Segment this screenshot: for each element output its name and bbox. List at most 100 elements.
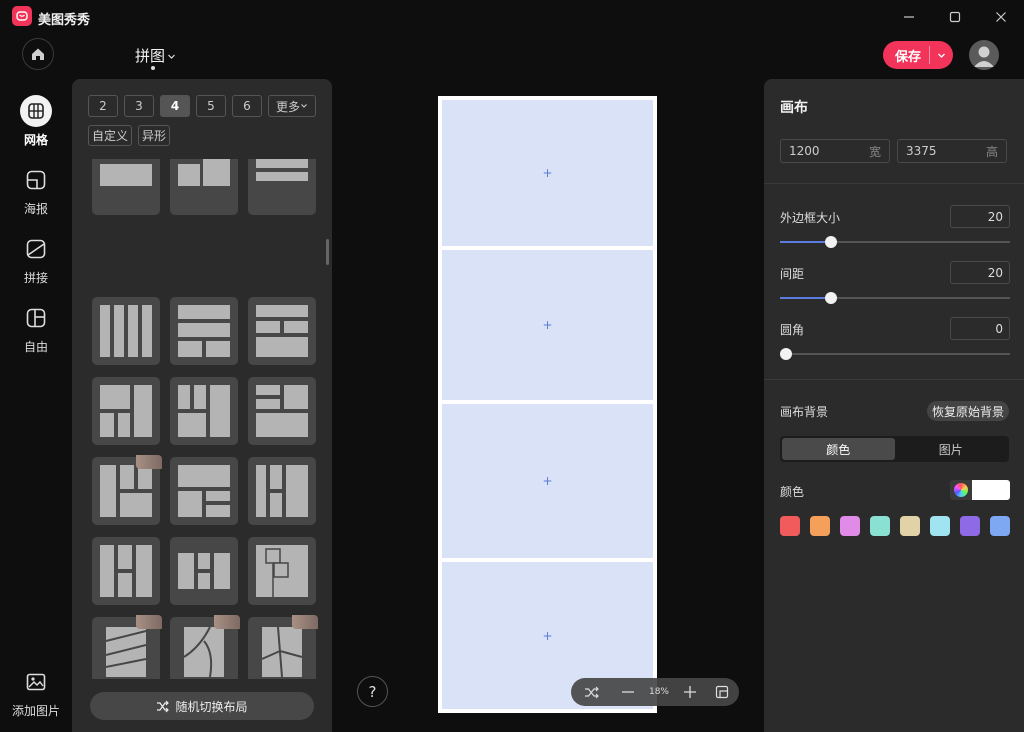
mode-dropdown[interactable]: 拼图 xyxy=(135,45,176,66)
zoom-toolbar: 18% xyxy=(571,678,739,706)
rail-label-grid: 网格 xyxy=(23,133,48,147)
add-photo-icon: + xyxy=(542,318,553,332)
rail-item-free[interactable]: 自由 xyxy=(0,302,72,355)
layout-template[interactable] xyxy=(248,297,316,365)
mode-indicator-dot xyxy=(151,66,155,70)
maximize-button[interactable] xyxy=(940,4,970,30)
zoom-in-button[interactable] xyxy=(673,678,707,706)
slider-handle[interactable] xyxy=(824,292,837,304)
slider-handle[interactable] xyxy=(824,236,837,248)
close-icon xyxy=(996,12,1006,22)
tab-color[interactable]: 颜色 xyxy=(782,438,895,460)
template-scrollbar[interactable] xyxy=(326,239,329,265)
canvas-height-input[interactable]: 3375 高 xyxy=(897,139,1007,163)
layout-template[interactable] xyxy=(248,377,316,445)
slider-handle[interactable] xyxy=(780,348,792,360)
free-layout-icon xyxy=(20,302,52,334)
layout-template[interactable] xyxy=(92,615,162,679)
random-layout-button[interactable]: 随机切换布局 xyxy=(90,692,314,720)
vip-badge xyxy=(136,615,162,629)
color-swatch[interactable] xyxy=(840,516,860,536)
rail-item-poster[interactable]: 海报 xyxy=(0,164,72,217)
current-color-swatch[interactable] xyxy=(972,480,1010,500)
layout-template[interactable] xyxy=(92,537,160,605)
avatar[interactable] xyxy=(969,40,999,70)
layout-template[interactable] xyxy=(248,457,316,525)
gap-input[interactable]: 20 xyxy=(950,261,1010,284)
rail-label-splice: 拼接 xyxy=(23,271,48,285)
layout-type-tabs: 自定义 异形 xyxy=(88,125,171,146)
help-button[interactable]: ? xyxy=(357,676,388,707)
vip-badge xyxy=(214,615,240,629)
layout-template[interactable] xyxy=(170,537,238,605)
count-tab-6[interactable]: 6 xyxy=(232,95,262,117)
corner-radius-label: 圆角 xyxy=(780,323,805,337)
rail-item-grid[interactable]: 网格 xyxy=(0,95,72,148)
layout-panel: 2 3 4 5 6 更多 自定义 异形 随机切换布局 xyxy=(72,79,332,732)
more-label: 更多 xyxy=(275,99,300,114)
gap-slider[interactable] xyxy=(780,292,1010,304)
color-swatch[interactable] xyxy=(930,516,950,536)
layout-template[interactable] xyxy=(170,377,238,445)
chevron-down-icon xyxy=(938,53,945,58)
color-wheel-icon xyxy=(954,483,968,497)
collage-cell[interactable]: + xyxy=(442,250,653,400)
color-swatch[interactable] xyxy=(900,516,920,536)
border-size-input[interactable]: 20 xyxy=(950,205,1010,228)
collage-cell[interactable]: + xyxy=(442,100,653,246)
tab-image[interactable]: 图片 xyxy=(895,438,1008,460)
layout-template[interactable] xyxy=(92,159,160,215)
border-size-slider[interactable] xyxy=(780,236,1010,248)
layout-template[interactable] xyxy=(92,377,160,445)
corner-radius-slider[interactable] xyxy=(780,348,1010,360)
layout-template[interactable] xyxy=(170,615,240,679)
collage-canvas: + + + + xyxy=(438,96,657,713)
layout-template[interactable] xyxy=(92,455,162,525)
save-button[interactable]: 保存 xyxy=(883,41,953,69)
corner-radius-input[interactable]: 0 xyxy=(950,317,1010,340)
rail-item-splice[interactable]: 拼接 xyxy=(0,233,72,286)
layout-template[interactable] xyxy=(170,297,238,365)
count-tab-2[interactable]: 2 xyxy=(88,95,118,117)
canvas-width-input[interactable]: 1200 宽 xyxy=(780,139,890,163)
rail-label-free: 自由 xyxy=(23,340,48,354)
canvas-properties-panel: 画布 1200 宽 3375 高 外边框大小 20 间距 20 圆角 0 画布背… xyxy=(764,79,1024,732)
shuffle-button[interactable] xyxy=(571,678,611,706)
app-window: 美图秀秀 拼图 保存 网格 海报 拼接 自由 添加图片 2 3 4 5 6 更多… xyxy=(0,0,1024,732)
layout-template[interactable] xyxy=(248,159,316,215)
count-tab-3[interactable]: 3 xyxy=(124,95,154,117)
minimize-button[interactable] xyxy=(894,4,924,30)
layout-template[interactable] xyxy=(170,159,238,215)
layout-template[interactable] xyxy=(170,457,238,525)
zoom-out-button[interactable] xyxy=(611,678,645,706)
fit-screen-button[interactable] xyxy=(707,678,737,706)
layout-template[interactable] xyxy=(248,537,316,605)
color-swatch[interactable] xyxy=(810,516,830,536)
rail-label-poster: 海报 xyxy=(23,202,48,216)
app-title: 美图秀秀 xyxy=(38,13,91,28)
color-swatch[interactable] xyxy=(990,516,1010,536)
add-image-button[interactable]: 添加图片 xyxy=(0,666,72,719)
add-photo-icon: + xyxy=(542,474,553,488)
grid-icon xyxy=(20,95,52,127)
tab-custom[interactable]: 自定义 xyxy=(88,125,133,146)
save-options-button[interactable] xyxy=(930,51,953,60)
tab-irregular[interactable]: 异形 xyxy=(138,125,171,146)
close-button[interactable] xyxy=(986,4,1016,30)
minimize-icon xyxy=(904,16,914,18)
color-swatch[interactable] xyxy=(870,516,890,536)
reset-background-button[interactable]: 恢复原始背景 xyxy=(927,401,1009,421)
more-counts-dropdown[interactable]: 更多 xyxy=(268,95,316,117)
collage-cell[interactable]: + xyxy=(442,404,653,558)
divider xyxy=(764,183,1024,184)
color-label: 颜色 xyxy=(780,485,805,499)
color-swatch[interactable] xyxy=(780,516,800,536)
home-button[interactable] xyxy=(22,38,54,70)
color-picker-button[interactable] xyxy=(950,480,972,500)
layout-template[interactable] xyxy=(248,615,318,679)
add-photo-icon: + xyxy=(542,166,553,180)
count-tab-5[interactable]: 5 xyxy=(196,95,226,117)
color-swatch[interactable] xyxy=(960,516,980,536)
count-tab-4[interactable]: 4 xyxy=(160,95,190,117)
layout-template[interactable] xyxy=(92,297,160,365)
